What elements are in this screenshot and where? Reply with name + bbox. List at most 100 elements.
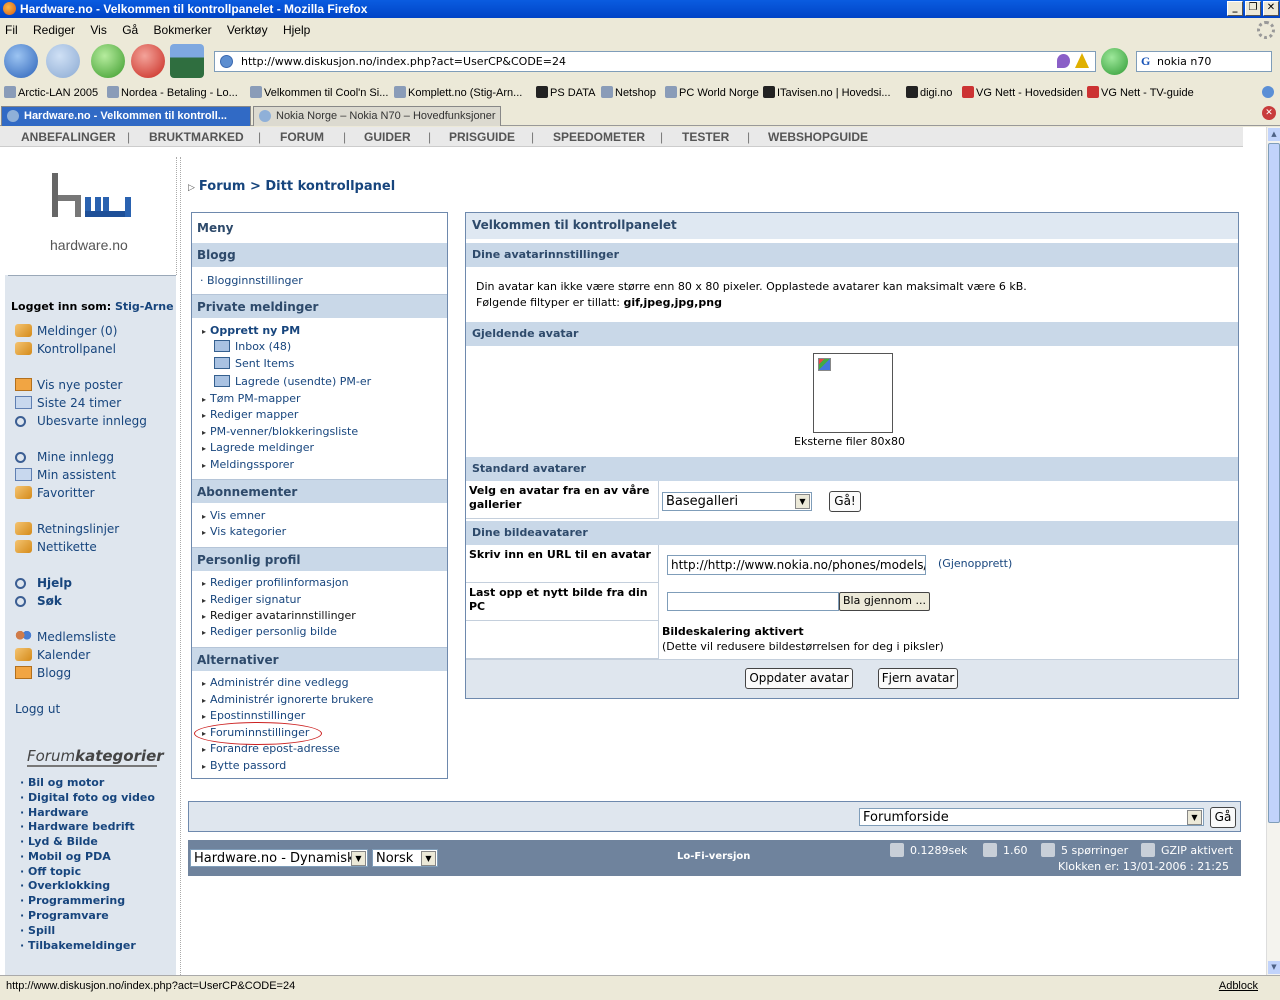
sidebar-link-kontrollpanel[interactable]: Kontrollpanel: [15, 342, 116, 356]
back-button[interactable]: [4, 44, 38, 78]
category-link[interactable]: · Off topic: [20, 865, 81, 878]
bookmark-item[interactable]: ITavisen.no | Hovedsi...: [763, 86, 891, 99]
sidebar-link-retningslinjer[interactable]: Retningslinjer: [15, 522, 119, 536]
gallery-select[interactable]: Basegalleri ▼: [662, 492, 812, 511]
forum-jump-go-button[interactable]: Gå: [1210, 807, 1236, 828]
menu-item[interactable]: Vis emner: [202, 509, 265, 522]
sidebar-link-logg-ut[interactable]: Logg ut: [15, 702, 60, 716]
username-link[interactable]: Stig-Arne: [115, 300, 174, 313]
menu-item-new-pm[interactable]: Opprett ny PM: [202, 324, 300, 337]
gallery-go-button[interactable]: Gå!: [829, 491, 861, 512]
update-avatar-button[interactable]: Oppdater avatar: [745, 668, 853, 689]
menu-item[interactable]: · Blogginnstillinger: [200, 274, 303, 287]
pm-folder-drafts[interactable]: Lagrede (usendte) PM-er: [214, 375, 371, 388]
skin-select[interactable]: Hardware.no - Dynamisk ▼: [190, 849, 368, 867]
avatar-url-input[interactable]: http://http://www.nokia.no/phones/models…: [667, 555, 926, 575]
menu-view[interactable]: Vis: [90, 23, 106, 37]
menu-edit[interactable]: Rediger: [33, 23, 75, 37]
logo[interactable]: hardware.no: [5, 157, 177, 275]
sidebar-link-nettikette[interactable]: Nettikette: [15, 540, 97, 554]
bookmark-item[interactable]: Netshop: [601, 86, 656, 99]
reload-button[interactable]: [91, 44, 125, 78]
menu-item-current[interactable]: Rediger avatarinnstillinger: [202, 609, 356, 622]
restore-link[interactable]: (Gjenopprett): [938, 557, 1012, 570]
sidebar-link-siste-24[interactable]: Siste 24 timer: [15, 396, 121, 410]
category-link[interactable]: · Mobil og PDA: [20, 850, 111, 863]
menu-item[interactable]: Meldingssporer: [202, 458, 294, 471]
pm-folder-sent[interactable]: Sent Items: [214, 357, 294, 370]
bookmark-item[interactable]: digi.no: [906, 86, 952, 99]
maximize-button[interactable]: ❐: [1245, 1, 1261, 16]
menu-go[interactable]: Gå: [122, 23, 138, 37]
minimize-button[interactable]: _: [1227, 1, 1243, 16]
page-scrollbar[interactable]: ▲ ▼: [1266, 127, 1280, 975]
tab-hardware[interactable]: Hardware.no - Velkommen til kontroll...: [1, 106, 251, 126]
adblock-button[interactable]: Adblock: [1219, 980, 1258, 992]
menu-item[interactable]: PM-venner/blokkeringsliste: [202, 425, 358, 438]
menu-item[interactable]: Rediger personlig bilde: [202, 625, 337, 638]
menu-item[interactable]: Epostinnstillinger: [202, 709, 305, 722]
language-select[interactable]: Norsk ▼: [372, 849, 438, 867]
menu-bookmarks[interactable]: Bokmerker: [154, 23, 212, 37]
category-link[interactable]: · Programmering: [20, 894, 125, 907]
bookmark-item[interactable]: VG Nett - TV-guide: [1087, 86, 1194, 99]
nav-speedometer[interactable]: SPEEDOMETER: [553, 130, 645, 144]
sidebar-link-hjelp[interactable]: Hjelp: [15, 576, 72, 590]
bookmark-item[interactable]: VG Nett - Hovedsiden: [962, 86, 1083, 99]
address-bar[interactable]: http://www.diskusjon.no/index.php?act=Us…: [214, 51, 1096, 72]
sidebar-link-medlemsliste[interactable]: Medlemsliste: [15, 630, 116, 644]
menu-item[interactable]: Rediger signatur: [202, 593, 301, 606]
category-link[interactable]: · Hardware bedrift: [20, 820, 135, 833]
menu-file[interactable]: Fil: [5, 23, 18, 37]
bookmark-item[interactable]: Arctic-LAN 2005: [4, 86, 98, 99]
menu-tools[interactable]: Verktøy: [227, 23, 268, 37]
sidebar-link-mine-innlegg[interactable]: Mine innlegg: [15, 450, 114, 464]
sidebar-link-kalender[interactable]: Kalender: [15, 648, 90, 662]
nav-webshopguide[interactable]: WEBSHOPGUIDE: [768, 130, 868, 144]
bookmark-item[interactable]: Nordea - Betaling - Lo...: [107, 86, 238, 99]
menu-item[interactable]: Administrér ignorerte brukere: [202, 693, 373, 706]
lofi-link[interactable]: Lo-Fi-versjon: [677, 851, 750, 862]
breadcrumb-current[interactable]: Ditt kontrollpanel: [265, 179, 395, 194]
menu-item[interactable]: Lagrede meldinger: [202, 441, 314, 454]
search-box[interactable]: G nokia n70: [1136, 51, 1272, 72]
nav-tester[interactable]: TESTER: [682, 130, 729, 144]
category-link[interactable]: · Bil og motor: [20, 776, 104, 789]
nav-forum[interactable]: FORUM: [280, 130, 324, 144]
tab-nokia[interactable]: Nokia Norge – Nokia N70 – Hovedfunksjone…: [253, 106, 501, 126]
scroll-down-icon[interactable]: ▼: [1268, 961, 1280, 974]
location-pin-icon[interactable]: [1057, 54, 1070, 68]
category-link[interactable]: · Programvare: [20, 909, 109, 922]
sidebar-link-sok[interactable]: Søk: [15, 594, 62, 608]
forum-jump-select[interactable]: Forumforside ▼: [859, 808, 1204, 826]
sidebar-link-favoritter[interactable]: Favoritter: [15, 486, 95, 500]
bookmark-item[interactable]: PS DATA: [536, 86, 595, 99]
category-link[interactable]: · Tilbakemeldinger: [20, 939, 136, 952]
menu-help[interactable]: Hjelp: [283, 23, 310, 37]
bookmark-item[interactable]: PC World Norge: [665, 86, 759, 99]
remove-avatar-button[interactable]: Fjern avatar: [878, 668, 958, 689]
bookmark-item[interactable]: Komplett.no (Stig-Arn...: [394, 86, 522, 99]
menu-item[interactable]: Rediger mapper: [202, 408, 298, 421]
scroll-thumb[interactable]: [1268, 143, 1280, 823]
menu-item[interactable]: Administrér dine vedlegg: [202, 676, 349, 689]
nav-guider[interactable]: GUIDER: [364, 130, 411, 144]
sidebar-link-min-assistent[interactable]: Min assistent: [15, 468, 116, 482]
category-link[interactable]: · Spill: [20, 924, 55, 937]
bookmarks-chevron-icon[interactable]: [1262, 86, 1274, 98]
close-window-button[interactable]: ✕: [1263, 1, 1279, 16]
nav-bruktmarked[interactable]: BRUKTMARKED: [149, 130, 244, 144]
forward-button[interactable]: [46, 44, 80, 78]
menu-item[interactable]: Vis kategorier: [202, 525, 286, 538]
scroll-up-icon[interactable]: ▲: [1268, 128, 1280, 141]
category-link[interactable]: · Hardware: [20, 806, 88, 819]
sidebar-link-blogg[interactable]: Blogg: [15, 666, 71, 680]
category-link[interactable]: · Lyd & Bilde: [20, 835, 98, 848]
nav-prisguide[interactable]: PRISGUIDE: [449, 130, 515, 144]
nav-anbefalinger[interactable]: ANBEFALINGER: [21, 130, 116, 144]
home-button[interactable]: [170, 44, 204, 78]
menu-item[interactable]: Bytte passord: [202, 759, 286, 772]
close-tab-icon[interactable]: ✕: [1262, 106, 1276, 120]
bookmark-item[interactable]: Velkommen til Cool'n Si...: [250, 86, 388, 99]
menu-item[interactable]: Tøm PM-mapper: [202, 392, 300, 405]
